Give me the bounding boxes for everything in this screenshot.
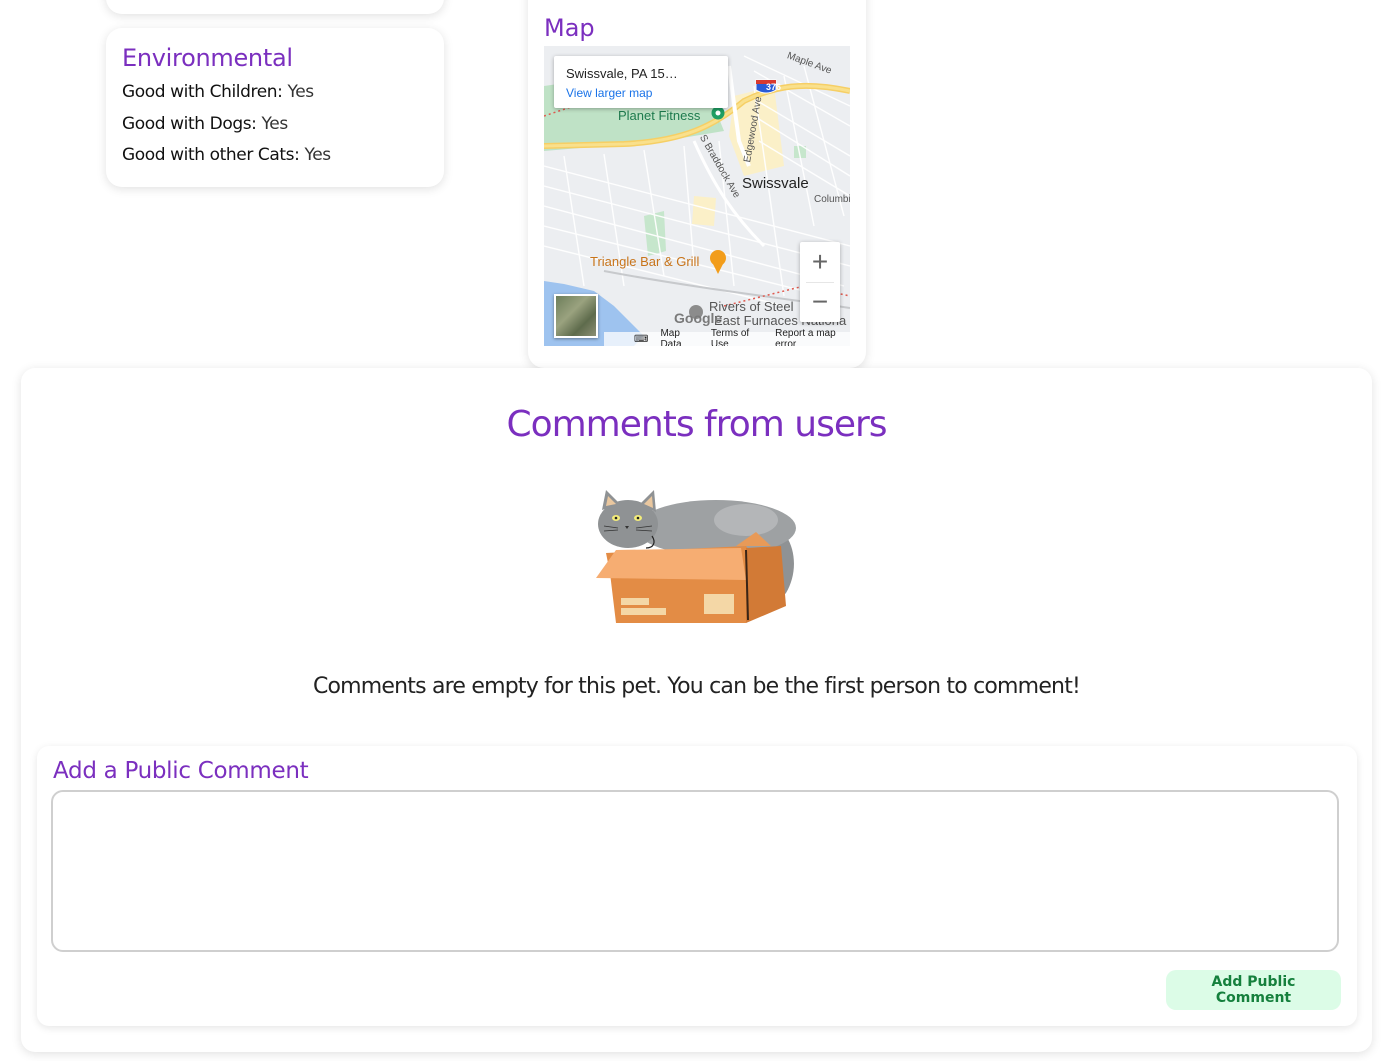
zoom-in-button[interactable]: + bbox=[800, 242, 840, 282]
view-larger-map-link[interactable]: View larger map bbox=[566, 86, 652, 100]
env-row-dogs: Good with Dogs: Yes bbox=[122, 114, 288, 134]
report-map-error-link[interactable]: Report a map error bbox=[775, 328, 850, 346]
add-comment-title: Add a Public Comment bbox=[53, 758, 309, 784]
map-place-name: Swissvale, PA 15… bbox=[566, 66, 678, 81]
env-value: Yes bbox=[287, 82, 315, 102]
map-card: Map 376 Planet Fitness Swissvale Triangl… bbox=[528, 0, 866, 368]
map-place-infobox: Swissvale, PA 15… View larger map bbox=[554, 56, 728, 108]
env-label: Good with other Cats: bbox=[122, 145, 300, 165]
env-value: Yes bbox=[261, 114, 289, 134]
env-label: Good with Children: bbox=[122, 82, 283, 102]
comments-section: Comments from users Comments are empty f… bbox=[21, 368, 1372, 1052]
add-public-comment-button[interactable]: Add Public Comment bbox=[1166, 970, 1341, 1010]
satellite-toggle-thumbnail[interactable] bbox=[554, 294, 598, 338]
keyboard-icon[interactable]: ⌨ bbox=[634, 334, 648, 345]
map-zoom-control: + − bbox=[800, 242, 840, 322]
env-row-children: Good with Children: Yes bbox=[122, 82, 314, 102]
map-label-swissvale: Swissvale bbox=[742, 175, 809, 192]
embedded-map[interactable]: 376 Planet Fitness Swissvale Triangle Ba… bbox=[544, 46, 850, 346]
env-label: Good with Dogs: bbox=[122, 114, 257, 134]
empty-comments-message: Comments are empty for this pet. You can… bbox=[312, 674, 1081, 699]
comment-textarea[interactable] bbox=[51, 790, 1339, 952]
environmental-card: Environmental Good with Children: Yes Go… bbox=[106, 28, 444, 187]
terms-of-use-link[interactable]: Terms of Use bbox=[711, 328, 763, 346]
cat-in-box-illustration bbox=[596, 490, 796, 623]
map-label-triangle-bar: Triangle Bar & Grill bbox=[590, 254, 700, 269]
pet-detail-page: Environmental Good with Children: Yes Go… bbox=[0, 0, 1393, 1061]
comments-title: Comments from users bbox=[506, 404, 887, 445]
environmental-title: Environmental bbox=[122, 44, 293, 72]
zoom-out-button[interactable]: − bbox=[800, 282, 840, 322]
map-title: Map bbox=[544, 14, 595, 42]
env-value: Yes bbox=[304, 145, 332, 165]
add-comment-card: Add a Public Comment Add Public Comment bbox=[37, 746, 1357, 1026]
interstate-shield-label: 376 bbox=[766, 82, 782, 92]
google-logo: Google bbox=[674, 310, 723, 326]
map-label-columbia: Columbi bbox=[814, 194, 850, 205]
map-label-planet-fitness: Planet Fitness bbox=[618, 108, 701, 123]
map-footer: ⌨ Map Data Terms of Use Report a map err… bbox=[604, 328, 850, 346]
map-data-link[interactable]: Map Data bbox=[660, 328, 698, 346]
env-row-cats: Good with other Cats: Yes bbox=[122, 145, 331, 165]
info-card-partial bbox=[106, 0, 444, 14]
